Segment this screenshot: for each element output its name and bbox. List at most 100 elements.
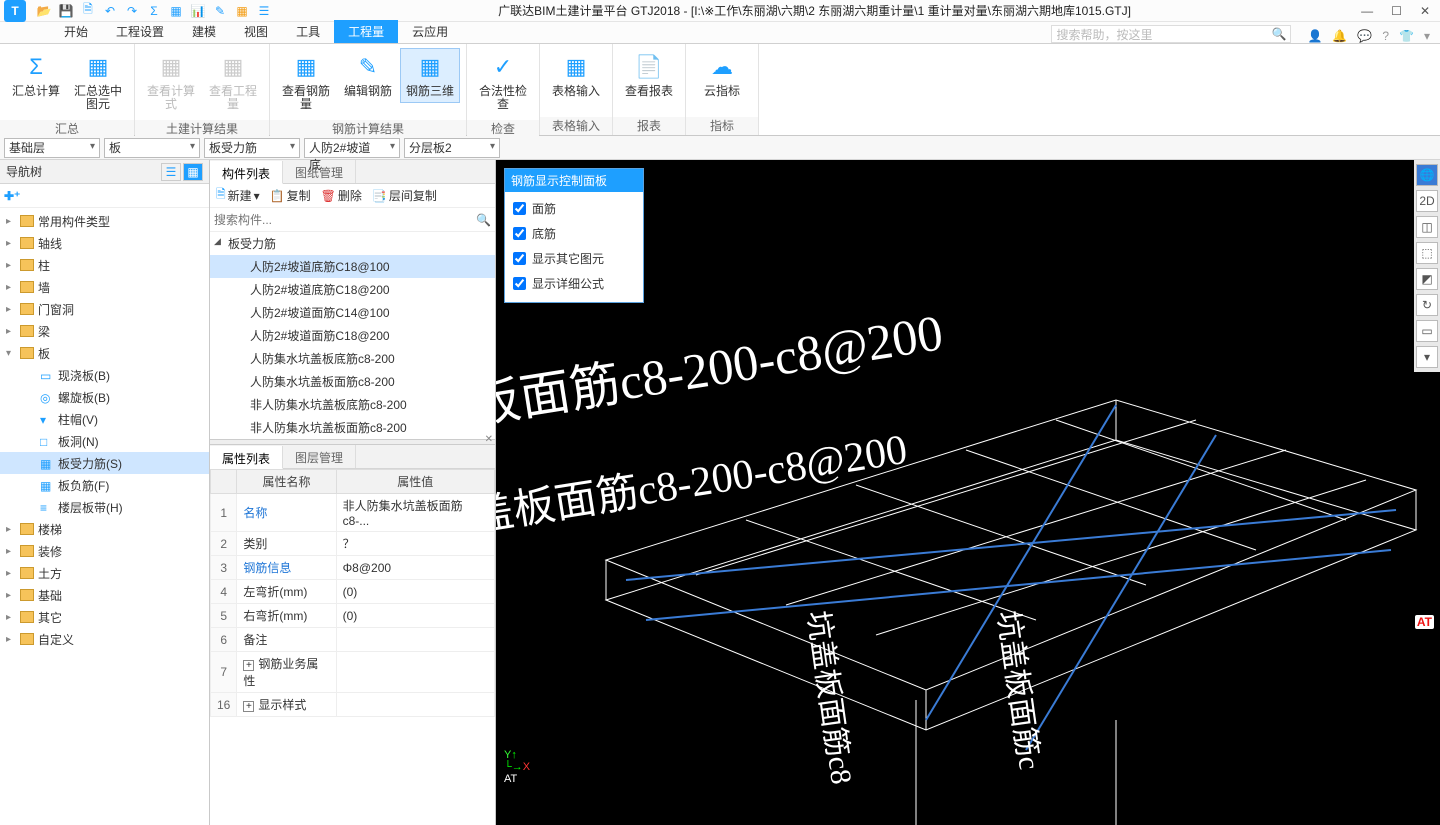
prop-row[interactable]: 5右弯折(mm)(0) xyxy=(211,604,495,628)
vt-2d-icon[interactable]: 2D xyxy=(1416,190,1438,212)
splitter-close-icon[interactable]: ✕ xyxy=(485,434,493,445)
component-group[interactable]: 板受力筋 xyxy=(210,232,495,255)
qat-open-icon[interactable]: 📂 xyxy=(36,3,52,19)
tree-node[interactable]: ▸墙 xyxy=(0,276,209,298)
tab-tools[interactable]: 工具 xyxy=(282,20,334,43)
prop-row[interactable]: 4左弯折(mm)(0) xyxy=(211,580,495,604)
tree-child[interactable]: ▾柱帽(V) xyxy=(0,408,209,430)
ribbon-汇总选中图元[interactable]: ▦汇总选中图元 xyxy=(68,48,128,116)
copy-button[interactable]: 📋复制 xyxy=(270,187,311,204)
layercopy-button[interactable]: 📑层间复制 xyxy=(372,187,437,204)
qat-layer-icon[interactable]: ▦ xyxy=(234,3,250,19)
viewport-3d[interactable]: 钢筋显示控制面板 面筋 底筋 显示其它图元 显示详细公式 盖板面筋c8-200-… xyxy=(496,160,1440,825)
rebar-option[interactable]: 显示其它图元 xyxy=(513,250,635,267)
ribbon-查看计算式[interactable]: ▦查看计算式 xyxy=(141,48,201,116)
tree-node[interactable]: ▸其它 xyxy=(0,606,209,628)
splitter[interactable]: ✕ xyxy=(210,439,495,445)
rebar-option[interactable]: 显示详细公式 xyxy=(513,275,635,292)
tab-start[interactable]: 开始 xyxy=(50,20,102,43)
tab-properties[interactable]: 属性列表 xyxy=(210,446,283,469)
component-item[interactable]: 人防2#坡道底筋C18@200 xyxy=(210,278,495,301)
prop-row[interactable]: 1名称非人防集水坑盖板面筋c8-... xyxy=(211,494,495,532)
tree-child[interactable]: ≡楼层板带(H) xyxy=(0,496,209,518)
tree-node[interactable]: ▸楼梯 xyxy=(0,518,209,540)
tree-node[interactable]: ▸梁 xyxy=(0,320,209,342)
search-icon[interactable]: 🔍 xyxy=(1272,27,1287,41)
prop-row[interactable]: 7+钢筋业务属性 xyxy=(211,652,495,693)
component-item[interactable]: 人防2#坡道底筋C18@100 xyxy=(210,255,495,278)
qat-save-icon[interactable]: 💾 xyxy=(58,3,74,19)
tab-modeling[interactable]: 建模 xyxy=(178,20,230,43)
qat-undo-icon[interactable]: ↶ xyxy=(102,3,118,19)
component-item[interactable]: 人防2#坡道面筋C14@100 xyxy=(210,301,495,324)
rebar-display-panel[interactable]: 钢筋显示控制面板 面筋 底筋 显示其它图元 显示详细公式 xyxy=(504,168,644,303)
rebar-checkbox[interactable] xyxy=(513,277,526,290)
ribbon-云指标[interactable]: ☁云指标 xyxy=(692,48,752,103)
chevron-down-icon[interactable]: ▾ xyxy=(1424,29,1430,43)
tree-child[interactable]: ▦板受力筋(S) xyxy=(0,452,209,474)
component-search-input[interactable] xyxy=(214,213,476,227)
tree-node[interactable]: ▸自定义 xyxy=(0,628,209,650)
ribbon-查看钢筋量[interactable]: ▦查看钢筋量 xyxy=(276,48,336,116)
component-item[interactable]: 非人防集水坑盖板面筋c8-200 xyxy=(210,416,495,439)
nav-view-grid-icon[interactable]: ▦ xyxy=(183,163,203,181)
tab-cloud[interactable]: 云应用 xyxy=(398,20,462,43)
prop-row[interactable]: 3钢筋信息Φ8@200 xyxy=(211,556,495,580)
qat-sigma-icon[interactable]: Σ xyxy=(146,3,162,19)
component-item[interactable]: 人防集水坑盖板底筋c8-200 xyxy=(210,347,495,370)
ribbon-钢筋三维[interactable]: ▦钢筋三维 xyxy=(400,48,460,103)
tree-child[interactable]: ▦板负筋(F) xyxy=(0,474,209,496)
tree-node[interactable]: ▸轴线 xyxy=(0,232,209,254)
help-search[interactable]: 搜索帮助，按这里 🔍 xyxy=(1051,25,1291,43)
ribbon-查看工程量[interactable]: ▦查看工程量 xyxy=(203,48,263,116)
floor-select[interactable]: 基础层 xyxy=(4,138,100,158)
bell-icon[interactable]: 🔔 xyxy=(1332,29,1347,43)
rebar-checkbox[interactable] xyxy=(513,202,526,215)
component-item[interactable]: 人防2#坡道面筋C18@200 xyxy=(210,324,495,347)
ribbon-合法性检查[interactable]: ✓合法性检查 xyxy=(473,48,533,116)
ribbon-汇总计算[interactable]: Σ汇总计算 xyxy=(6,48,66,103)
ribbon-表格输入[interactable]: ▦表格输入 xyxy=(546,48,606,103)
ribbon-查看报表[interactable]: 📄查看报表 xyxy=(619,48,679,103)
vt-fit-icon[interactable]: ▭ xyxy=(1416,320,1438,342)
tree-node[interactable]: ▸柱 xyxy=(0,254,209,276)
vt-cube3-icon[interactable]: ◩ xyxy=(1416,268,1438,290)
vt-cube1-icon[interactable]: ◫ xyxy=(1416,216,1438,238)
vt-cube2-icon[interactable]: ⬚ xyxy=(1416,242,1438,264)
new-button[interactable]: 🗎新建 ▾ xyxy=(216,185,260,206)
tree-node[interactable]: ▸基础 xyxy=(0,584,209,606)
search-icon[interactable]: 🔍 xyxy=(476,213,491,227)
tree-child[interactable]: ▭现浇板(B) xyxy=(0,364,209,386)
tree-child[interactable]: ◎螺旋板(B) xyxy=(0,386,209,408)
tab-layer-mgmt[interactable]: 图层管理 xyxy=(283,445,356,468)
category-select[interactable]: 板 xyxy=(104,138,200,158)
rebar-option[interactable]: 面筋 xyxy=(513,200,635,217)
tree-node[interactable]: ▸门窗洞 xyxy=(0,298,209,320)
maximize-button[interactable]: ☐ xyxy=(1391,4,1402,18)
qat-more-icon[interactable]: ☰ xyxy=(256,3,272,19)
user-icon[interactable]: 👤 xyxy=(1307,29,1322,43)
minimize-button[interactable]: — xyxy=(1361,4,1373,18)
tab-view[interactable]: 视图 xyxy=(230,20,282,43)
vt-refresh-icon[interactable]: ↻ xyxy=(1416,294,1438,316)
nav-add-button[interactable]: ✚⁺ xyxy=(4,189,20,203)
delete-button[interactable]: 🗑删除 xyxy=(321,187,362,204)
chat-icon[interactable]: 💬 xyxy=(1357,29,1372,43)
nav-view-list-icon[interactable]: ☰ xyxy=(161,163,181,181)
vt-more-icon[interactable]: ▾ xyxy=(1416,346,1438,368)
vt-globe-icon[interactable]: 🌐 xyxy=(1416,164,1438,186)
component-item[interactable]: 非人防集水坑盖板底筋c8-200 xyxy=(210,393,495,416)
component-item[interactable]: 人防集水坑盖板面筋c8-200 xyxy=(210,370,495,393)
tab-project-settings[interactable]: 工程设置 xyxy=(102,20,178,43)
subcategory-select[interactable]: 板受力筋 xyxy=(204,138,300,158)
tab-quantity[interactable]: 工程量 xyxy=(334,20,398,43)
close-button[interactable]: ✕ xyxy=(1420,4,1430,18)
qat-redo-icon[interactable]: ↷ xyxy=(124,3,140,19)
qat-settings-icon[interactable]: ✎ xyxy=(212,3,228,19)
ribbon-编辑钢筋[interactable]: ✎编辑钢筋 xyxy=(338,48,398,103)
qat-ruler-icon[interactable]: 📊 xyxy=(190,3,206,19)
prop-row[interactable]: 16+显示样式 xyxy=(211,693,495,717)
rebar-checkbox[interactable] xyxy=(513,227,526,240)
tree-node[interactable]: ▾板 xyxy=(0,342,209,364)
rebar-checkbox[interactable] xyxy=(513,252,526,265)
